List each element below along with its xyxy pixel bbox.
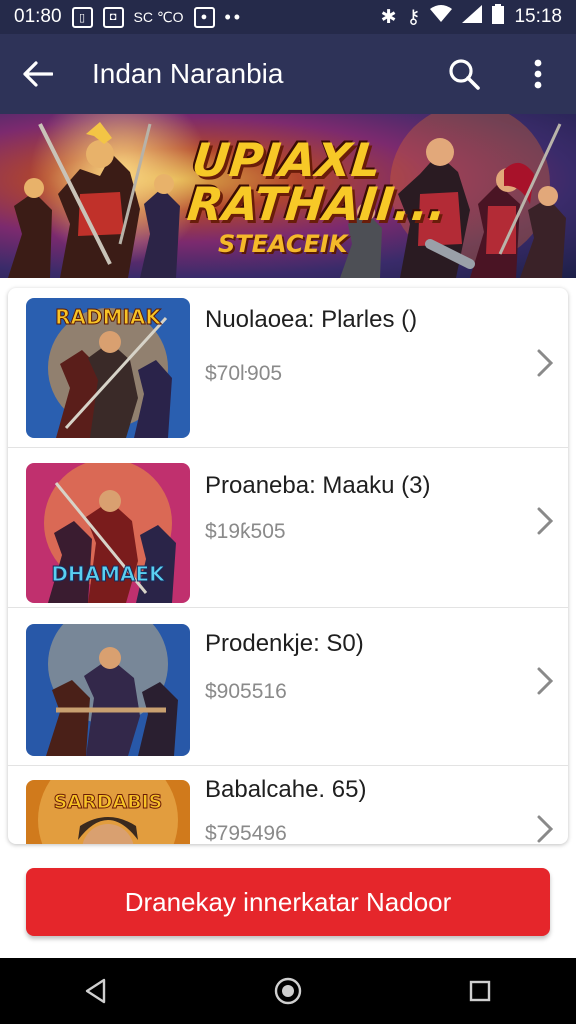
thumb-label: SARDABIS bbox=[54, 791, 163, 813]
banner-title: UPIAXL RATHAII... bbox=[184, 133, 453, 231]
item-title: Prodenkje: S0) bbox=[205, 630, 364, 657]
system-nav-bar bbox=[0, 958, 576, 1024]
photo-icon: ◘ bbox=[102, 6, 124, 28]
app-bar: Indan Naranbia bbox=[0, 34, 576, 114]
item-title: Babalcahe. 65) bbox=[205, 776, 367, 803]
status-time-left: 01:80 bbox=[14, 6, 62, 27]
thumb-label: RADMIAK bbox=[55, 305, 162, 329]
chevron-right-icon bbox=[537, 815, 554, 843]
promo-banner[interactable]: UPIAXL RATHAII... STEACEIK bbox=[0, 114, 576, 278]
thumb-label: DHAMAEK bbox=[51, 562, 166, 586]
more-vertical-icon[interactable] bbox=[518, 54, 558, 94]
primary-action-button[interactable]: Dranekay innerkatar Nadoor bbox=[26, 868, 550, 936]
arrow-left-icon[interactable] bbox=[18, 54, 58, 94]
bluetooth-icon: ✱ bbox=[380, 6, 397, 28]
battery-icon bbox=[492, 4, 505, 30]
item-list: RADMIAK Nuolaoea: Plarles () $70ŀ905 DHA… bbox=[8, 288, 568, 844]
item-thumbnail bbox=[26, 624, 190, 756]
list-item[interactable]: Prodenkje: S0) $905516 bbox=[8, 608, 568, 766]
status-mini-text: SC ℃O bbox=[133, 8, 184, 25]
item-title: Nuolaoea: Plarles () bbox=[205, 306, 418, 333]
more-dots-icon: •• bbox=[224, 6, 244, 27]
chevron-right-icon bbox=[537, 667, 554, 695]
home-circle-icon[interactable] bbox=[263, 966, 313, 1016]
list-item[interactable]: SARDABIS Babalcahe. 65) $795496 bbox=[8, 766, 568, 844]
back-triangle-icon[interactable] bbox=[71, 966, 121, 1016]
banner-title-line2: RATHAII... bbox=[184, 177, 450, 231]
status-time-right: 15:18 bbox=[514, 6, 562, 27]
page-title: Indan Naranbia bbox=[92, 58, 284, 89]
camera-icon: ● bbox=[193, 6, 215, 28]
item-thumbnail: SARDABIS bbox=[26, 780, 190, 844]
list-item[interactable]: RADMIAK Nuolaoea: Plarles () $70ŀ905 bbox=[8, 288, 568, 448]
signal-icon bbox=[462, 5, 483, 29]
banner-subtitle: STEACEIK bbox=[218, 230, 348, 258]
search-icon[interactable] bbox=[444, 54, 484, 94]
item-price: $795496 bbox=[205, 822, 287, 844]
status-bar: 01:80 ▯ ◘ SC ℃O ● •• ✱ ⚷ 15:18 bbox=[0, 0, 576, 34]
nfc-icon: ⚷ bbox=[406, 6, 421, 28]
wifi-icon bbox=[430, 5, 453, 29]
chevron-right-icon bbox=[537, 349, 554, 377]
list-item[interactable]: DHAMAEK Proaneba: Maaku (3) $19ƙ505 bbox=[8, 448, 568, 608]
item-price: $70ŀ905 bbox=[205, 362, 283, 385]
item-title: Proaneba: Maaku (3) bbox=[205, 472, 431, 499]
item-thumbnail: DHAMAEK bbox=[26, 463, 190, 603]
recents-square-icon[interactable] bbox=[455, 966, 505, 1016]
item-price: $905516 bbox=[205, 680, 287, 703]
chevron-right-icon bbox=[537, 507, 554, 535]
item-thumbnail: RADMIAK bbox=[26, 298, 190, 438]
item-price: $19ƙ505 bbox=[205, 520, 286, 543]
app-icon: ▯ bbox=[71, 6, 93, 28]
